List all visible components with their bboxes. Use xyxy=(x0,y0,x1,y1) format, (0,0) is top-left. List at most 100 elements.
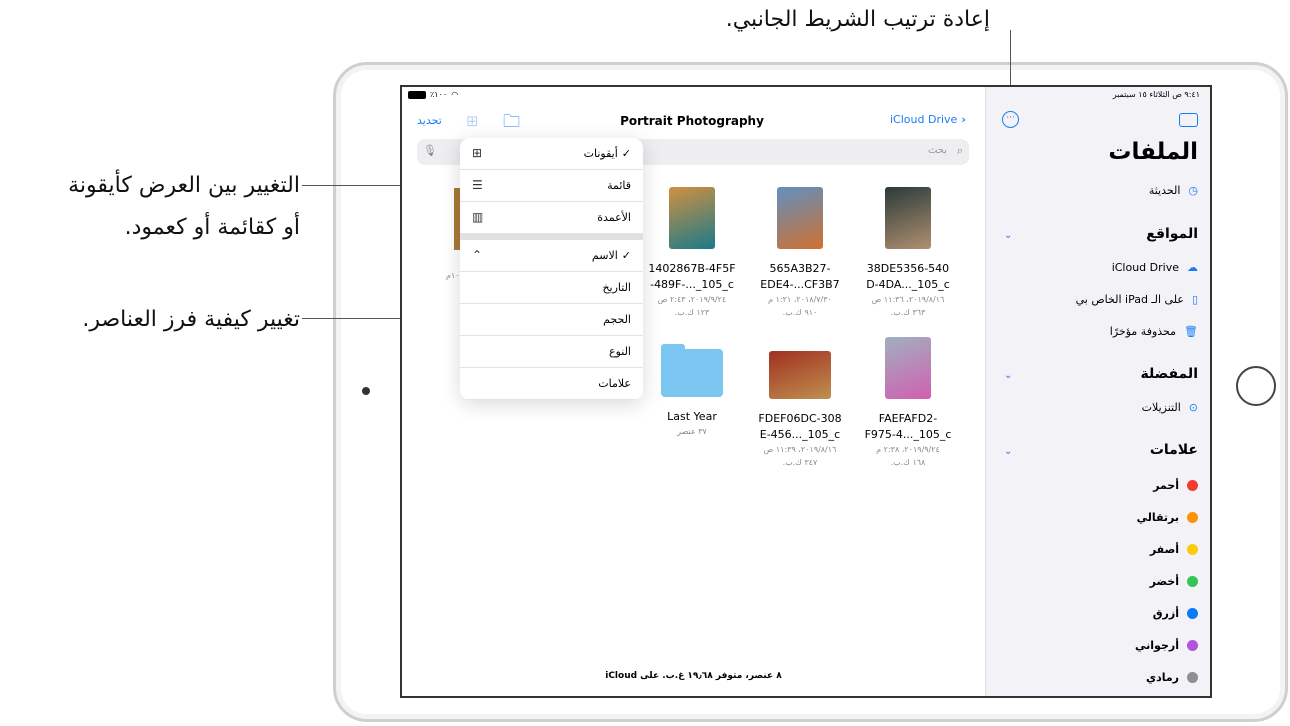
menu-label: أيقونات xyxy=(583,147,618,160)
menu-item-view[interactable]: ▥ الأعمدة xyxy=(460,202,643,234)
camera xyxy=(362,387,370,395)
file-name: -489F-..._105_c xyxy=(650,278,734,291)
file-item[interactable]: FDEF06DC-308 E-456..._105_c ٢٠١٩/٨/١٦، ١١:… xyxy=(745,337,855,467)
label: محذوفة مؤخرًا xyxy=(1109,325,1177,338)
photo-thumbnail xyxy=(669,187,715,249)
menu-item-view[interactable]: ☰ قائمة xyxy=(460,170,643,202)
tag-color-icon xyxy=(1187,640,1198,651)
clock-icon: ◷ xyxy=(1188,184,1198,197)
label: أحمر xyxy=(1153,479,1179,492)
screen: ٪١٠٠ ◠ تحديد ⊞ 🗀 Portrait Photography iC… xyxy=(400,85,1212,698)
sidebar-item-tag[interactable]: أخضر xyxy=(1150,575,1198,588)
chevron-down-icon[interactable]: ⌄ xyxy=(1004,370,1012,381)
callout-sort: تغيير كيفية فرز العناصر. xyxy=(82,307,300,332)
section-favorites[interactable]: المفضلة xyxy=(1140,366,1198,382)
tag-color-icon xyxy=(1187,544,1198,555)
label: أخضر xyxy=(1149,575,1179,588)
file-date: ٢٠١٨/٧/٣٠، ١:٢١ م xyxy=(768,295,832,304)
view-sort-menu: ⊞ أيقونات ✓ ☰ قائمة ▥ الأعمدة ⌃ الاسم ✓ التاريخ ال… xyxy=(460,138,643,400)
sidebar: ٩:٤١ ص الثلاثاء ١٥ سبتمبر ··· الملفات ◷ ا… xyxy=(985,87,1210,696)
file-item[interactable]: 38DE5356-540 D-4DA..._105_c ٢٠١٩/٨/١٦، ١١:… xyxy=(853,187,963,317)
tag-color-icon xyxy=(1187,576,1198,587)
photo-thumbnail xyxy=(777,187,823,249)
file-date: ٢٠١٩/٨/١٦، ١١:٣٩ ص xyxy=(763,445,837,454)
sidebar-item-tag[interactable]: أحمر xyxy=(1153,479,1198,492)
tag-color-icon xyxy=(1187,608,1198,619)
file-name: F975-4..._105_c xyxy=(864,428,952,441)
search-placeholder: بحث xyxy=(927,145,947,156)
file-browser: ٪١٠٠ ◠ تحديد ⊞ 🗀 Portrait Photography iC… xyxy=(402,87,985,696)
sidebar-item-recents[interactable]: ◷ الحديثة xyxy=(1149,184,1198,197)
tag-color-icon xyxy=(1187,672,1198,683)
label: أزرق xyxy=(1152,607,1179,620)
back-label: iCloud Drive xyxy=(890,113,958,126)
status-time: ٩:٤١ ص الثلاثاء ١٥ سبتمبر xyxy=(1112,90,1200,99)
file-name: FAEFAFD2- xyxy=(878,412,938,425)
menu-item-sort[interactable]: الحجم xyxy=(460,304,643,336)
menu-item-view[interactable]: ⊞ أيقونات ✓ xyxy=(460,138,643,170)
menu-label: النوع xyxy=(609,345,631,358)
sidebar-item-icloud[interactable]: ☁ iCloud Drive xyxy=(1112,261,1198,274)
menu-item-sort[interactable]: ⌃ الاسم ✓ xyxy=(460,240,643,272)
file-item[interactable]: 1402867B-4F5F -489F-..._105_c ٢٠١٩/٩/٢٤، ٢… xyxy=(637,187,747,317)
menu-label: التاريخ xyxy=(602,281,631,294)
storage-footer: ٨ عنصر، متوفر ١٩٫٦٨ غ.ب. على iCloud xyxy=(605,671,782,681)
sidebar-item-deleted[interactable]: 🗑 محذوفة مؤخرًا xyxy=(1110,325,1198,338)
checkmark-icon: ✓ xyxy=(621,147,631,160)
list-icon: ☰ xyxy=(472,178,483,192)
sidebar-item-tag[interactable]: أرجواني xyxy=(1135,639,1198,652)
partial-meta: ١٠م xyxy=(446,271,460,280)
grid-icon: ⊞ xyxy=(472,146,483,160)
back-button[interactable]: iCloud Drive › xyxy=(890,113,966,126)
sidebar-title: الملفات xyxy=(1108,139,1198,165)
menu-label: علامات xyxy=(598,377,631,390)
label: iCloud Drive xyxy=(1111,261,1179,274)
chevron-down-icon[interactable]: ⌄ xyxy=(1004,446,1012,457)
more-icon[interactable]: ··· xyxy=(1002,111,1019,128)
file-name: E-456..._105_c xyxy=(759,428,841,441)
photo-thumbnail xyxy=(769,351,831,399)
label: أصفر xyxy=(1149,543,1179,556)
photo-thumbnail xyxy=(885,337,931,399)
new-folder-icon[interactable]: 🗀 xyxy=(503,109,520,138)
chevron-down-icon[interactable]: ⌄ xyxy=(1004,230,1012,241)
file-date: ٣٧ عنصر xyxy=(677,427,707,436)
callout-view-2: أو كقائمة أو كعمود. xyxy=(124,215,300,240)
section-tags[interactable]: علامات xyxy=(1150,442,1198,458)
photo-thumbnail xyxy=(885,187,931,249)
select-button[interactable]: تحديد xyxy=(417,114,442,127)
file-item[interactable]: 565A3B27- EDE4-...CF3B7 ٢٠١٨/٧/٣٠، ١:٢١ م ٩… xyxy=(745,187,855,317)
checkmark-icon: ✓ xyxy=(621,249,631,262)
file-date: ٢٠١٩/٨/١٦، ١١:٣٦ ص xyxy=(871,295,945,304)
sidebar-item-tag[interactable]: أصفر xyxy=(1150,543,1198,556)
folder-item[interactable]: Last Year ٣٧ عنصر xyxy=(637,337,747,436)
section-locations[interactable]: المواقع xyxy=(1146,226,1198,242)
file-name: D-4DA..._105_c xyxy=(866,278,950,291)
sidebar-item-tag[interactable]: رمادي xyxy=(1146,671,1198,684)
sidebar-toggle-icon[interactable] xyxy=(1179,113,1198,127)
label: برتقالي xyxy=(1136,511,1179,524)
trash-icon: 🗑 xyxy=(1184,325,1198,338)
sidebar-item-tag[interactable]: أزرق xyxy=(1153,607,1198,620)
home-button[interactable] xyxy=(1236,366,1276,406)
sidebar-item-tag[interactable]: برتقالي xyxy=(1137,511,1198,524)
label: رمادي xyxy=(1146,671,1179,684)
menu-label: قائمة xyxy=(607,179,631,192)
cloud-icon: ☁ xyxy=(1187,261,1198,274)
wifi-icon: ◠ xyxy=(451,90,459,99)
file-size: ٩١٠ ك.ب. xyxy=(782,308,818,317)
file-item[interactable]: FAEFAFD2- F975-4..._105_c ٢٠١٩/٩/٢٤، ٢:٣٨ … xyxy=(853,337,963,467)
menu-label: الأعمدة xyxy=(597,211,631,224)
file-size: ٣٦٣ ك.ب. xyxy=(890,308,926,317)
microphone-icon[interactable]: 🎙 xyxy=(423,144,437,157)
menu-label: الحجم xyxy=(603,313,631,326)
menu-item-sort[interactable]: علامات xyxy=(460,368,643,400)
sidebar-item-downloads[interactable]: ⊙ التنزيلات xyxy=(1142,401,1198,414)
menu-item-sort[interactable]: التاريخ xyxy=(460,272,643,304)
grid-view-icon[interactable]: ⊞ xyxy=(466,112,479,130)
menu-item-sort[interactable]: النوع xyxy=(460,336,643,368)
file-date: ٢٠١٩/٩/٢٤، ٢:٤٣ ص xyxy=(657,295,727,304)
sidebar-item-ipad[interactable]: ▯ على الـ iPad الخاص بي xyxy=(1076,293,1198,306)
page-title: Portrait Photography xyxy=(620,114,764,128)
tag-color-icon xyxy=(1187,512,1198,523)
